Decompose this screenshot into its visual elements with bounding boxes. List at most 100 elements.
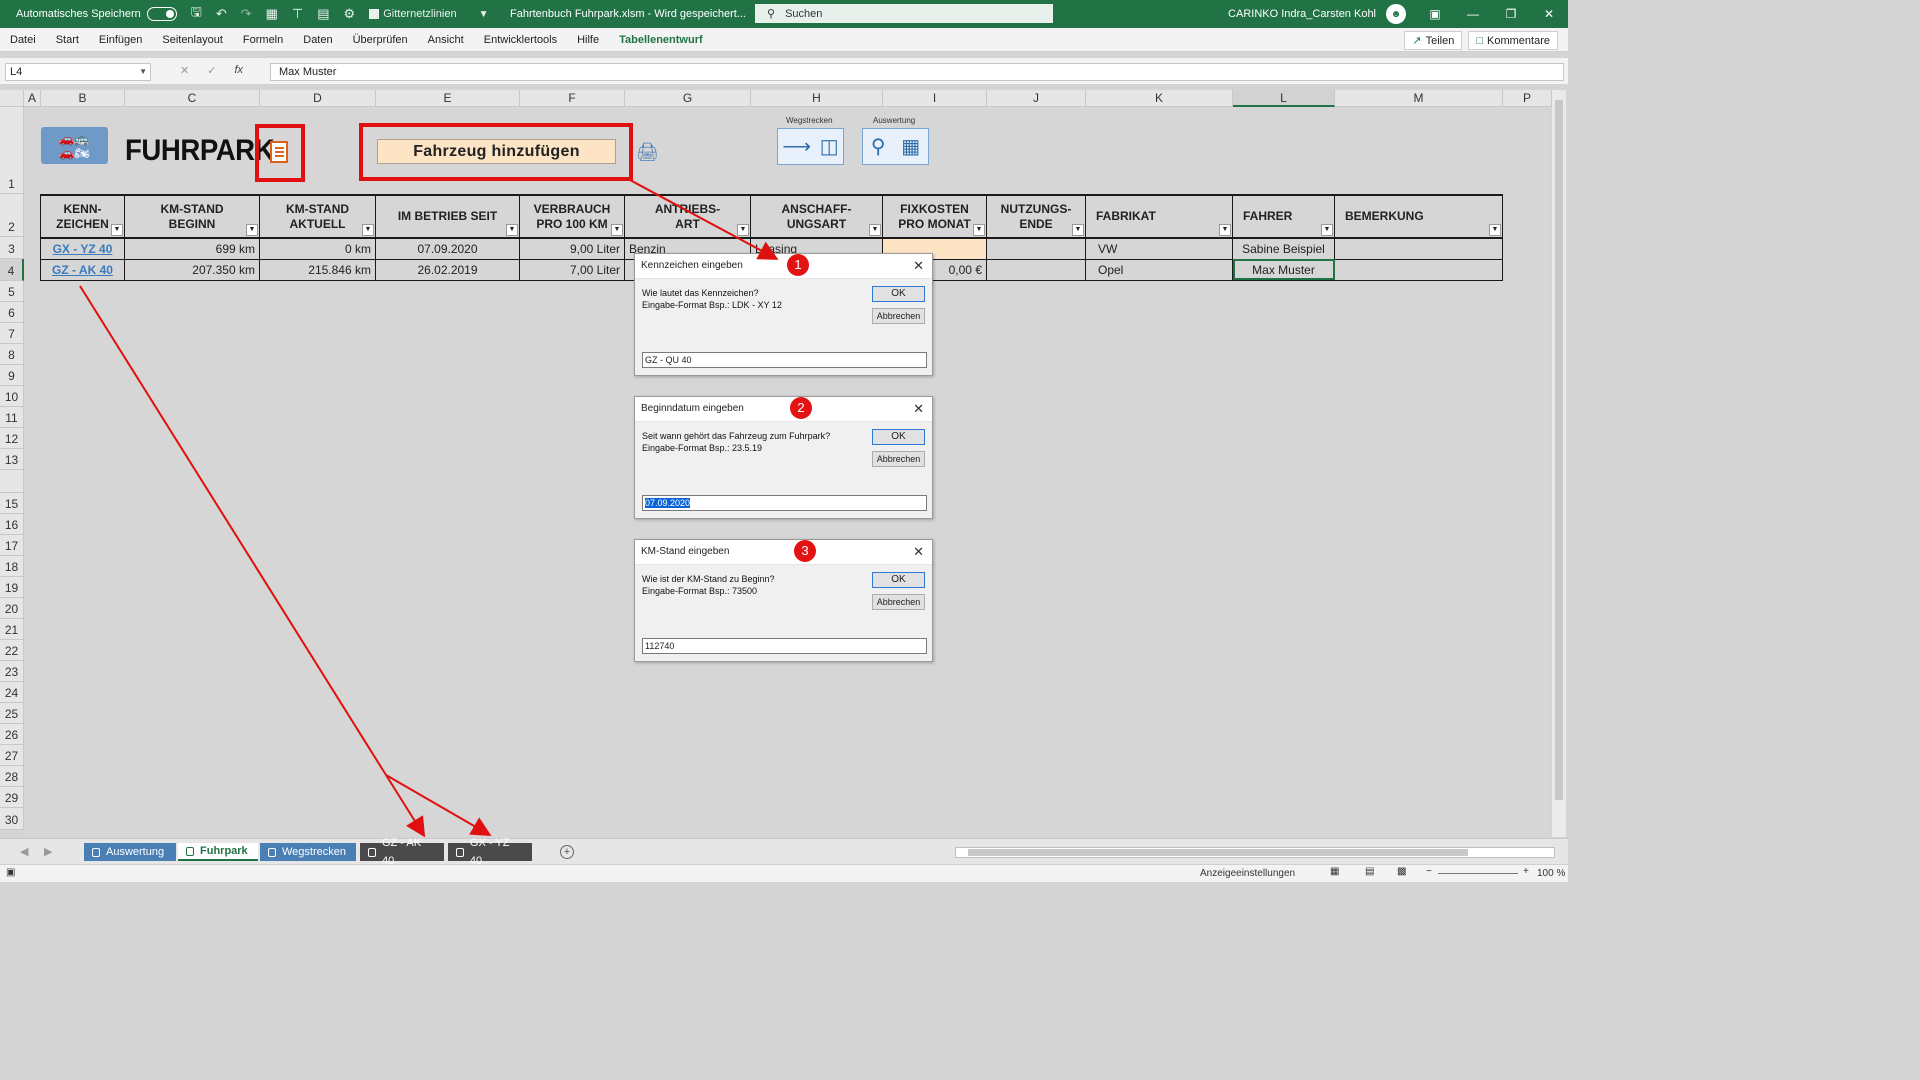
row-header[interactable]: 4 [0,259,24,281]
column-header[interactable]: K [1086,90,1233,107]
ribbon-tab-6[interactable]: Überprüfen [353,34,408,46]
function-icon[interactable]: fx [234,64,243,77]
row-header[interactable]: 10 [0,386,24,407]
ribbon-tab-4[interactable]: Formeln [243,34,283,46]
ribbon-tab-2[interactable]: Einfügen [99,34,142,46]
table-cell[interactable]: Opel [1085,258,1233,281]
zoom-out-icon[interactable]: − [1426,866,1432,877]
column-header[interactable]: L [1233,90,1335,107]
row-header[interactable]: 26 [0,724,24,745]
row-header[interactable]: 19 [0,577,24,598]
document-icon[interactable] [270,141,288,163]
close-icon[interactable]: ✕ [1530,7,1568,21]
row-header[interactable]: 22 [0,640,24,661]
row-header[interactable]: 7 [0,323,24,344]
table-cell[interactable]: 215.846 km [259,258,376,281]
row-header[interactable]: 18 [0,556,24,577]
column-header-cell[interactable]: BEMERKUNG ▼ [1334,194,1503,239]
table-cell[interactable]: 207.350 km [124,258,260,281]
signpost-icon[interactable]: ⟶ [782,134,811,159]
table-cell[interactable]: 0 km [259,237,376,260]
column-header[interactable]: D [260,90,376,107]
ok-button[interactable]: OK [872,572,925,588]
vehicle-link[interactable]: GZ - AK 40 [40,258,125,281]
macro-icon[interactable]: ▣ [6,867,15,878]
vertical-scrollbar[interactable] [1552,90,1566,837]
dialog-input[interactable]: 112740 [642,638,927,654]
cancel-button[interactable]: Abbrechen [872,594,925,610]
row-header[interactable]: 30 [0,808,24,830]
column-header-cell[interactable]: VERBRAUCH PRO 100 KM ▼ [519,194,625,239]
zoom-slider[interactable] [1438,873,1518,874]
row-header[interactable]: 23 [0,661,24,682]
column-header-cell[interactable]: KM-STAND BEGINN ▼ [124,194,260,239]
qa-icon-2[interactable]: ⊤ [292,6,303,22]
row-header[interactable]: 24 [0,682,24,703]
ribbon-tab-7[interactable]: Ansicht [428,34,464,46]
column-header-cell[interactable]: ANSCHAFF- UNGSART ▼ [750,194,883,239]
row-header[interactable]: 5 [0,281,24,302]
column-header-cell[interactable]: KM-STAND AKTUELL ▼ [259,194,376,239]
column-header[interactable]: J [987,90,1086,107]
presentation-icon[interactable]: ▦ [901,134,920,159]
column-header-cell[interactable]: IM BETRIEB SEIT ▼ [375,194,520,239]
row-header[interactable]: 8 [0,344,24,365]
cancel-button[interactable]: Abbrechen [872,451,925,467]
column-header[interactable]: F [520,90,625,107]
column-header-cell[interactable]: KENN- ZEICHEN ▼ [40,194,125,239]
qa-icon-1[interactable]: ▦ [266,6,278,22]
magnifier-icon[interactable]: ⚲ [871,134,886,159]
column-header[interactable]: C [125,90,260,107]
table-cell[interactable]: VW [1085,237,1233,260]
column-header-cell[interactable]: FIXKOSTEN PRO MONAT ▼ [882,194,987,239]
comments-button[interactable]: □ Kommentare [1468,31,1558,50]
ribbon-tab-1[interactable]: Start [56,34,79,46]
table-cell[interactable]: 7,00 Liter [519,258,625,281]
page-layout-icon[interactable]: ▤ [1365,866,1374,877]
table-cell[interactable]: 699 km [124,237,260,260]
autosave[interactable]: Automatisches Speichern [6,7,177,21]
column-header-cell[interactable]: FAHRER ▼ [1232,194,1335,239]
filter-dropdown-icon[interactable]: ▼ [506,224,518,236]
ribbon-tab-10[interactable]: Tabellenentwurf [619,34,703,46]
filter-dropdown-icon[interactable]: ▼ [1072,224,1084,236]
row-header[interactable]: 28 [0,766,24,787]
filter-dropdown-icon[interactable]: ▼ [869,224,881,236]
table-cell[interactable]: 9,00 Liter [519,237,625,260]
close-icon[interactable]: ✕ [913,254,924,278]
table-cell[interactable]: Max Muster [1232,258,1335,281]
row-header[interactable]: 15 [0,493,24,514]
ribbon-tab-3[interactable]: Seitenlayout [162,34,223,46]
filter-dropdown-icon[interactable]: ▼ [246,224,258,236]
column-header[interactable]: E [376,90,520,107]
autosave-toggle[interactable] [146,7,177,21]
table-cell[interactable] [986,258,1086,281]
map-icon[interactable]: ◫ [820,134,839,159]
row-header[interactable]: 29 [0,787,24,808]
column-header[interactable]: I [883,90,987,107]
table-cell[interactable]: Sabine Beispiel [1232,237,1335,260]
filter-dropdown-icon[interactable]: ▼ [737,224,749,236]
qa-icon-4[interactable]: ⚙ [344,6,356,22]
sheet-tab[interactable]: GZ - AK 40 [360,837,444,867]
filter-dropdown-icon[interactable]: ▼ [1489,224,1501,236]
select-all-corner[interactable] [0,90,24,107]
filter-dropdown-icon[interactable]: ▼ [611,224,623,236]
sheet-tab[interactable]: GX - YZ 40 [448,837,532,867]
filter-dropdown-icon[interactable]: ▼ [111,224,123,236]
formula-input[interactable]: Max Muster [270,63,1564,81]
column-header[interactable]: P [1503,90,1552,107]
eval-tool[interactable]: ⚲ ▦ [862,128,929,165]
zoom-level[interactable]: 100 % [1537,868,1565,879]
printer-icon[interactable]: 🖨 [636,142,659,162]
ribbon-display-icon[interactable]: ▣ [1416,7,1454,21]
cancel-button[interactable]: Abbrechen [872,308,925,324]
sheet-tab[interactable]: Wegstrecken [260,843,356,861]
row-header[interactable]: 2 [0,194,24,237]
vehicle-link[interactable]: GX - YZ 40 [40,237,125,260]
customize-icon[interactable]: ▼ [479,9,489,20]
row-header[interactable]: 12 [0,428,24,449]
row-header[interactable] [0,470,24,493]
add-vehicle-button[interactable]: Fahrzeug hinzufügen [377,139,616,164]
table-cell[interactable] [1334,237,1503,260]
